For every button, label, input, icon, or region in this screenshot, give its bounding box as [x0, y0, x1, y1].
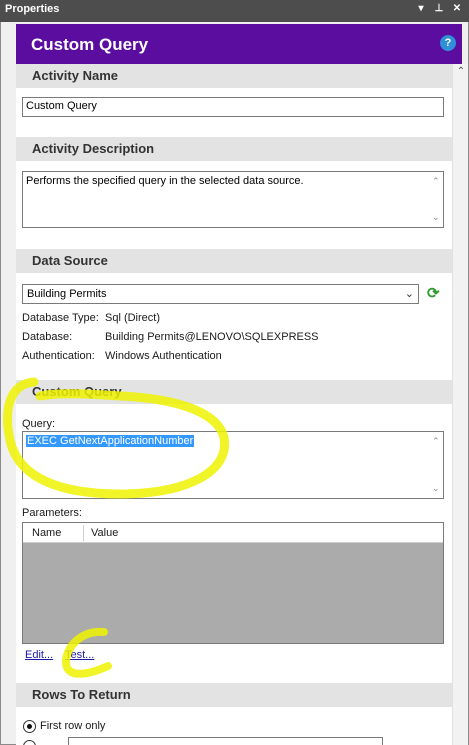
scroll-down-icon[interactable]: ⌄ — [432, 483, 440, 494]
authentication-value: Windows Authentication — [105, 350, 222, 362]
database-type-value: Sql (Direct) — [105, 312, 161, 324]
activity-header: Custom Query ? — [16, 24, 462, 64]
row-count-input[interactable] — [68, 737, 383, 745]
chevron-down-icon: ⌄ — [404, 288, 414, 300]
close-icon[interactable]: ✕ — [451, 3, 463, 14]
first-row-label: First row only — [40, 720, 106, 732]
data-source-select[interactable]: Building Permits ⌄ — [22, 284, 419, 304]
authentication-label: Authentication: — [22, 350, 95, 362]
query-scrollbar[interactable]: ⌃ ⌄ — [429, 432, 443, 498]
database-value: Building Permits@LENOVO\SQLEXPRESS — [105, 331, 319, 343]
first-row-radio[interactable] — [23, 720, 36, 733]
section-data-source: Data Source — [16, 249, 452, 273]
dropdown-icon[interactable]: ▾ — [415, 3, 427, 14]
database-label: Database: — [22, 331, 73, 343]
column-divider — [83, 525, 84, 541]
pane-controls: ▾ ⊥ ✕ — [415, 3, 463, 14]
scroll-up-icon[interactable]: ⌃ — [455, 65, 467, 79]
query-text: EXEC GetNextApplicationNumber — [26, 435, 195, 447]
header-title: Custom Query — [31, 35, 149, 54]
description-scrollbar[interactable]: ⌃ ⌄ — [429, 172, 443, 227]
first-n-rows-radio[interactable] — [23, 740, 36, 745]
query-label: Query: — [22, 418, 56, 430]
activity-name-input[interactable]: Custom Query — [22, 97, 444, 117]
help-icon[interactable]: ? — [440, 35, 456, 51]
parameters-label: Parameters: — [22, 507, 82, 519]
pane-titlebar: Properties ▾ ⊥ ✕ — [0, 0, 469, 22]
pin-icon[interactable]: ⊥ — [433, 3, 445, 14]
database-type-label: Database Type: — [22, 312, 99, 324]
properties-content: Activity Name Custom Query Activity Desc… — [16, 64, 452, 745]
section-rows-to-return: Rows To Return — [16, 683, 452, 707]
activity-description-text: Performs the specified query in the sele… — [26, 175, 304, 187]
scroll-up-icon[interactable]: ⌃ — [432, 436, 440, 447]
vertical-scrollbar[interactable]: ⌃ — [452, 64, 468, 745]
test-link[interactable]: Test... — [65, 649, 94, 661]
edit-link[interactable]: Edit... — [25, 649, 53, 661]
column-header-value[interactable]: Value — [91, 527, 118, 539]
section-activity-description: Activity Description — [16, 137, 452, 161]
authentication-row: Authentication: Windows Authentication — [22, 350, 222, 362]
database-type-row: Database Type: Sql (Direct) — [22, 312, 160, 324]
section-activity-name: Activity Name — [16, 64, 452, 88]
parameters-grid[interactable]: Name Value — [22, 522, 444, 644]
column-header-name[interactable]: Name — [32, 527, 61, 539]
scroll-up-icon[interactable]: ⌃ — [432, 176, 440, 187]
query-field[interactable]: EXEC GetNextApplicationNumber ⌃ ⌄ — [22, 431, 444, 499]
database-row: Database: Building Permits@LENOVO\SQLEXPR… — [22, 331, 319, 343]
parameters-header: Name Value — [23, 523, 443, 543]
pane-title: Properties — [5, 3, 60, 15]
activity-description-field[interactable]: Performs the specified query in the sele… — [22, 171, 444, 228]
scroll-down-icon[interactable]: ⌄ — [432, 212, 440, 223]
refresh-icon[interactable]: ⟳ — [427, 286, 441, 301]
data-source-selected: Building Permits — [27, 288, 107, 300]
section-custom-query: Custom Query — [16, 380, 452, 404]
